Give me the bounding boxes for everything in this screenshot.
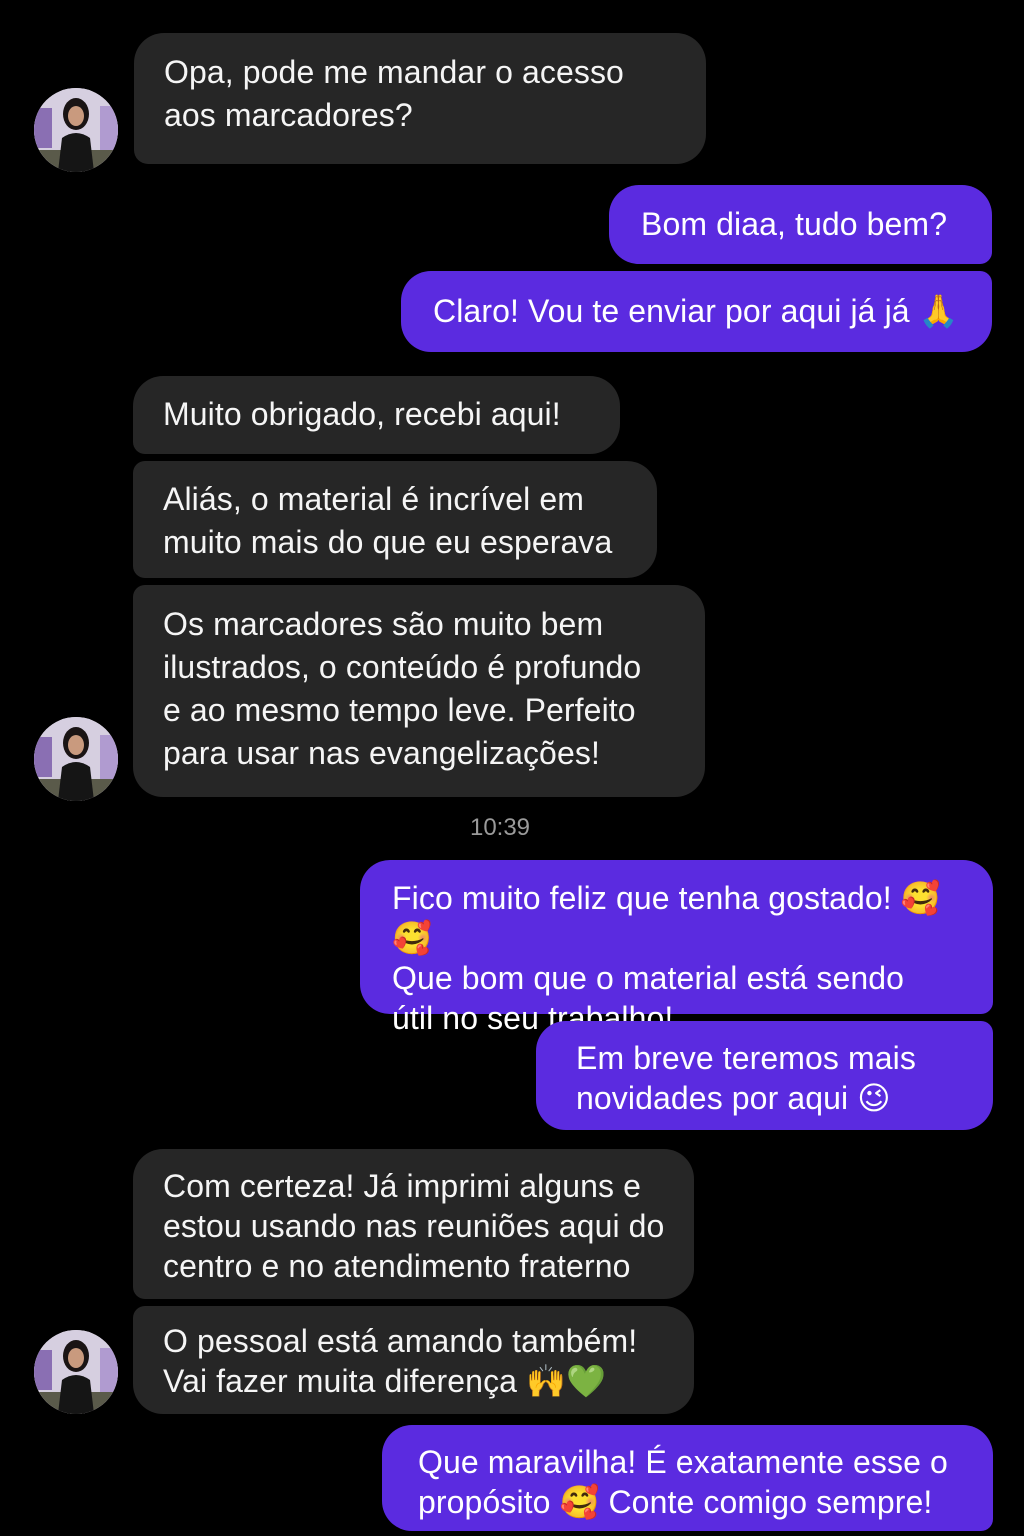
message-bubble-incoming[interactable]: Com certeza! Já imprimi alguns e estou u…	[133, 1149, 694, 1299]
message-bubble-incoming[interactable]: Opa, pode me mandar o acesso aos marcado…	[134, 33, 706, 164]
avatar-photo	[34, 717, 118, 801]
message-timestamp: 10:39	[469, 814, 531, 841]
message-bubble-incoming[interactable]: Muito obrigado, recebi aqui!	[133, 376, 620, 454]
message-bubble-incoming[interactable]: Aliás, o material é incrível em muito ma…	[133, 461, 657, 578]
avatar-photo	[34, 1330, 118, 1414]
message-bubble-outgoing[interactable]: Fico muito feliz que tenha gostado! 🥰🥰 Q…	[360, 860, 993, 1036]
message-bubble-outgoing[interactable]: Claro! Vou te enviar por aqui já já 🙏	[401, 271, 992, 352]
avatar-photo	[34, 88, 118, 172]
message-bubble-outgoing[interactable]: Bom diaa, tudo bem?	[609, 185, 992, 264]
contact-avatar[interactable]	[34, 1330, 118, 1414]
message-bubble-outgoing[interactable]: Em breve teremos mais novidades por aqui…	[536, 1021, 993, 1130]
message-bubble-incoming[interactable]: Os marcadores são muito bem ilustrados, …	[133, 585, 705, 797]
message-bubble-outgoing[interactable]: Que maravilha! É exatamente esse o propó…	[382, 1425, 993, 1531]
message-bubble-incoming[interactable]: O pessoal está amando também! Vai fazer …	[133, 1306, 694, 1414]
contact-avatar[interactable]	[34, 717, 118, 801]
contact-avatar[interactable]	[34, 88, 118, 172]
